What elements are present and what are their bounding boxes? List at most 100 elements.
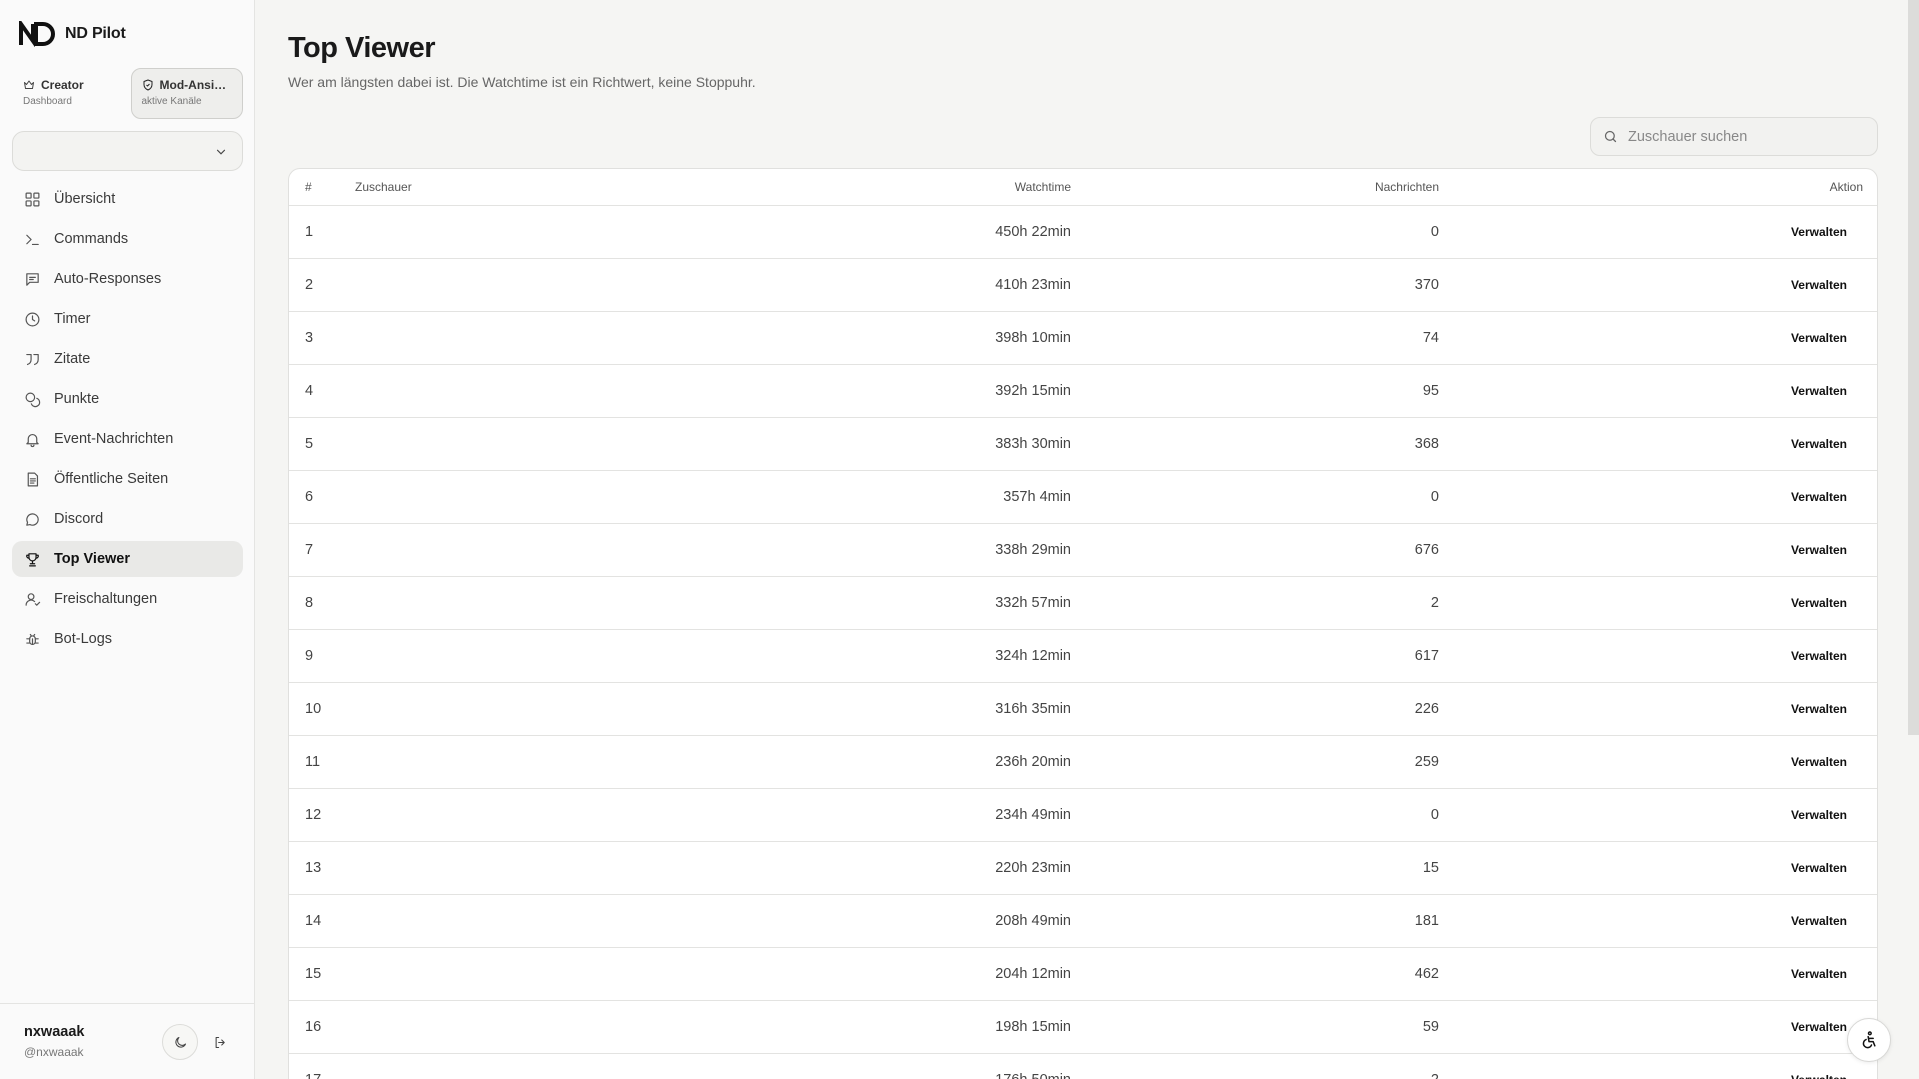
search-input[interactable]	[1628, 128, 1868, 145]
manage-button[interactable]: Verwalten	[1775, 802, 1863, 828]
brand-logo-icon	[19, 21, 55, 47]
action-cell: Verwalten	[1439, 1053, 1877, 1079]
sidebar-item-punkte[interactable]: Punkte	[12, 381, 243, 417]
mode-mod-label: Mod-Ansi…	[159, 78, 227, 92]
sidebar-item-auto-responses[interactable]: Auto-Responses	[12, 261, 243, 297]
accessibility-icon	[1862, 1031, 1876, 1049]
sidebar-item-uebersicht[interactable]: Übersicht	[12, 181, 243, 217]
viewer-cell	[355, 841, 855, 895]
brand[interactable]: ND Pilot	[19, 20, 126, 48]
logout-button[interactable]	[208, 1030, 232, 1054]
table-row: 15 204h 12min 462 Verwalten	[289, 947, 1877, 1001]
rank-cell: 4	[289, 364, 355, 418]
messages-cell: 676	[1071, 523, 1439, 577]
manage-button[interactable]: Verwalten	[1775, 484, 1863, 510]
action-cell: Verwalten	[1439, 576, 1877, 630]
viewer-cell	[355, 523, 855, 577]
manage-button[interactable]: Verwalten	[1775, 855, 1863, 881]
table-header-row: # Zuschauer Watchtime Nachrichten Aktion	[289, 169, 1877, 206]
sidebar-item-top-viewer[interactable]: Top Viewer	[12, 541, 243, 577]
manage-button[interactable]: Verwalten	[1775, 643, 1863, 669]
messages-cell: 2	[1071, 576, 1439, 630]
sidebar-item-event-nachrichten[interactable]: Event-Nachrichten	[12, 421, 243, 457]
manage-button[interactable]: Verwalten	[1775, 961, 1863, 987]
messages-cell: 370	[1071, 258, 1439, 312]
column-header-watchtime[interactable]: Watchtime	[855, 169, 1071, 206]
theme-toggle-button[interactable]	[162, 1024, 198, 1060]
action-cell: Verwalten	[1439, 364, 1877, 418]
rank-cell: 8	[289, 576, 355, 630]
viewer-cell	[355, 1000, 855, 1054]
watchtime-cell: 392h 15min	[855, 364, 1071, 418]
column-header-viewer: Zuschauer	[355, 169, 855, 206]
table-row: 14 208h 49min 181 Verwalten	[289, 894, 1877, 948]
manage-button[interactable]: Verwalten	[1775, 431, 1863, 457]
sidebar-item-freischaltungen[interactable]: Freischaltungen	[12, 581, 243, 617]
viewer-cell	[355, 894, 855, 948]
sidebar-item-discord[interactable]: Discord	[12, 501, 243, 537]
sidebar-item-label: Zitate	[54, 351, 91, 367]
chat-bubble-icon	[26, 512, 39, 526]
sidebar-item-zitate[interactable]: Zitate	[12, 341, 243, 377]
table-row: 2 410h 23min 370 Verwalten	[289, 258, 1877, 312]
messages-cell: 617	[1071, 629, 1439, 683]
search-icon	[1604, 130, 1617, 143]
action-cell: Verwalten	[1439, 311, 1877, 365]
viewer-cell	[355, 735, 855, 789]
messages-cell: 74	[1071, 311, 1439, 365]
messages-cell: 2	[1071, 1053, 1439, 1079]
messages-cell: 15	[1071, 841, 1439, 895]
sidebar-item-label: Übersicht	[54, 191, 116, 207]
manage-button[interactable]: Verwalten	[1775, 590, 1863, 616]
action-cell: Verwalten	[1439, 470, 1877, 524]
channel-select[interactable]	[12, 131, 243, 171]
sidebar-item-timer[interactable]: Timer	[12, 301, 243, 337]
user-handle: @nxwaaak	[24, 1045, 84, 1059]
manage-button[interactable]: Verwalten	[1775, 749, 1863, 775]
rank-cell: 2	[289, 258, 355, 312]
sidebar-item-commands[interactable]: Commands	[12, 221, 243, 257]
search-box[interactable]	[1590, 117, 1878, 156]
messages-cell: 0	[1071, 788, 1439, 842]
manage-button[interactable]: Verwalten	[1775, 696, 1863, 722]
action-cell: Verwalten	[1439, 947, 1877, 1001]
action-cell: Verwalten	[1439, 258, 1877, 312]
rank-cell: 7	[289, 523, 355, 577]
terminal-icon	[26, 234, 39, 245]
accessibility-button[interactable]	[1847, 1018, 1891, 1062]
table-row: 12 234h 49min 0 Verwalten	[289, 788, 1877, 842]
manage-button[interactable]: Verwalten	[1775, 1067, 1863, 1079]
manage-button[interactable]: Verwalten	[1775, 537, 1863, 563]
column-header-rank: #	[289, 169, 355, 206]
manage-button[interactable]: Verwalten	[1775, 272, 1863, 298]
action-cell: Verwalten	[1439, 523, 1877, 577]
mode-mod-button[interactable]: Mod-Ansi… aktive Kanäle	[130, 68, 243, 119]
action-cell: Verwalten	[1439, 788, 1877, 842]
manage-button[interactable]: Verwalten	[1775, 325, 1863, 351]
viewer-cell	[355, 205, 855, 259]
rank-cell: 10	[289, 682, 355, 736]
watchtime-cell: 383h 30min	[855, 417, 1071, 471]
chevron-down-icon	[216, 149, 226, 155]
sidebar-item-label: Bot-Logs	[54, 631, 113, 647]
moon-icon	[174, 1036, 186, 1048]
watchtime-cell: 332h 57min	[855, 576, 1071, 630]
messages-cell: 0	[1071, 205, 1439, 259]
watchtime-cell: 357h 4min	[855, 470, 1071, 524]
sidebar-item-oeffentliche-seiten[interactable]: Öffentliche Seiten	[12, 461, 243, 497]
sidebar-item-label: Punkte	[54, 391, 100, 407]
column-header-messages[interactable]: Nachrichten	[1071, 169, 1439, 206]
sidebar-item-label: Discord	[54, 511, 104, 527]
page-subtitle: Wer am längsten dabei ist. Die Watchtime…	[288, 74, 756, 90]
bell-icon	[26, 433, 39, 447]
watchtime-cell: 198h 15min	[855, 1000, 1071, 1054]
manage-button[interactable]: Verwalten	[1775, 908, 1863, 934]
sidebar-item-bot-logs[interactable]: Bot-Logs	[12, 621, 243, 657]
crown-icon	[24, 80, 34, 89]
messages-cell: 226	[1071, 682, 1439, 736]
manage-button[interactable]: Verwalten	[1775, 219, 1863, 245]
message-reply-icon	[26, 272, 39, 286]
manage-button[interactable]: Verwalten	[1775, 378, 1863, 404]
page-scrollbar[interactable]	[1908, 0, 1919, 735]
mode-creator-button[interactable]: Creator Dashboard	[12, 68, 125, 119]
